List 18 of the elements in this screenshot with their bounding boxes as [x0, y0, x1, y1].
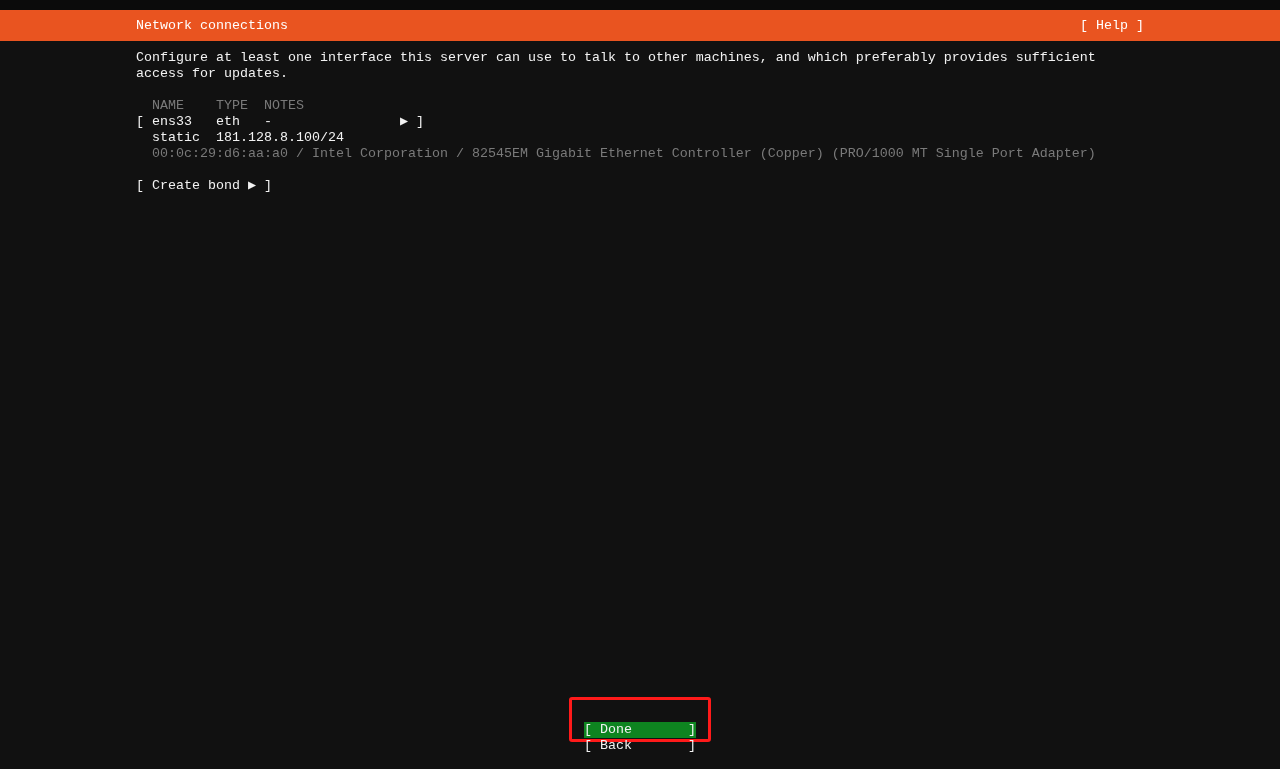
menu-arrow[interactable]: ▶	[399, 114, 416, 130]
interface-notes: -	[263, 114, 273, 130]
back-button[interactable]: [ Back ]	[584, 738, 696, 754]
interface-type: eth	[215, 114, 241, 130]
intro-text: Configure at least one interface this server can use to talk to other machines, and which preferably provides sufficient access for updates.	[136, 50, 1097, 82]
column-header: NAME	[152, 98, 185, 114]
address-method: static	[152, 130, 201, 146]
done-button[interactable]: [ Done ]	[584, 722, 696, 738]
bracket-text: ]	[415, 114, 424, 129]
interface-name[interactable]: ens33	[152, 114, 216, 130]
column-header: TYPE	[215, 98, 249, 114]
help-button[interactable]: [ Help ]	[1080, 17, 1144, 34]
device-details: 00:0c:29:d6:aa:a0 / Intel Corporation / 82545EM Gigabit Ethernet Controller (Copper) (PRO/1000 MT Single Port Adapter)	[152, 146, 1096, 161]
screen-title: Network connections	[136, 17, 288, 34]
bracket-text: [	[136, 114, 145, 130]
create-bond-button[interactable]: [ Create bond ▶ ]	[136, 178, 272, 194]
ip-address: 181.128.8.100/24	[215, 130, 344, 145]
column-header: NOTES	[263, 98, 305, 114]
